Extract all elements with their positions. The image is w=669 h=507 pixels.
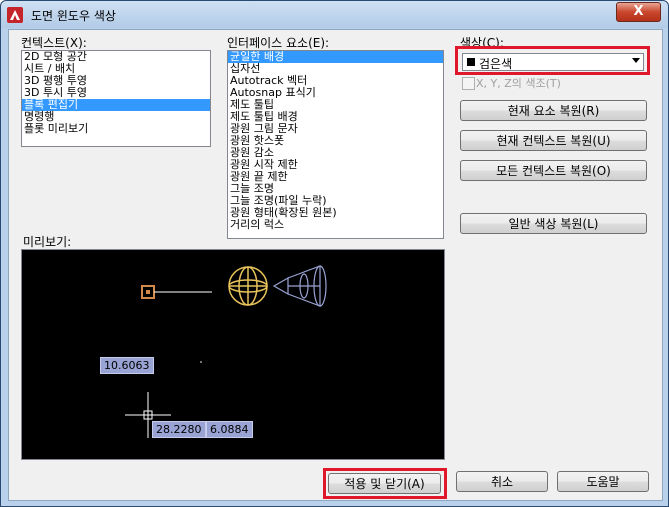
context-list[interactable]: 2D 모형 공간 시트 / 배치 3D 평행 투영 3D 투시 투영 블록 편집기 명령행… bbox=[21, 50, 211, 147]
apply-close-highlight-box bbox=[323, 468, 447, 499]
interface-list-item[interactable]: 균일한 배경 bbox=[228, 51, 443, 63]
help-button[interactable]: 도움말 bbox=[557, 471, 649, 492]
context-label: 컨텍스트(X): bbox=[21, 36, 87, 50]
preview-canvas: 10.6063 28.2280 6.0884 bbox=[21, 249, 445, 460]
title-bar[interactable]: 도면 윈도우 색상 X bbox=[1, 1, 668, 28]
dimension-tooltip-2: 28.2280 bbox=[152, 421, 206, 438]
interface-element-label: 인터페이스 요소(E): bbox=[227, 36, 330, 50]
color-highlight-box bbox=[455, 46, 650, 75]
restore-classic-colors-button[interactable]: 일반 색상 복원(L) bbox=[460, 213, 647, 234]
preview-label: 미리보기: bbox=[23, 235, 72, 249]
dimension-tooltip-3: 6.0884 bbox=[206, 421, 253, 438]
restore-current-element-button[interactable]: 현재 요소 복원(R) bbox=[460, 100, 647, 121]
tint-checkbox[interactable] bbox=[462, 77, 475, 90]
window-title: 도면 윈도우 색상 bbox=[31, 9, 116, 23]
dialog-body: 컨텍스트(X): 2D 모형 공간 시트 / 배치 3D 평행 투영 3D 투시 투영… bbox=[8, 29, 663, 501]
spotlight-icon bbox=[272, 265, 327, 307]
restore-current-context-button[interactable]: 현재 컨텍스트 복원(U) bbox=[460, 130, 647, 151]
autocad-app-icon bbox=[7, 7, 23, 23]
dimension-tooltip-1: 10.6063 bbox=[100, 357, 154, 374]
interface-element-list[interactable]: 균일한 배경 십자선 Autotrack 벡터 Autosnap 표식기 제도 툴팁 제도… bbox=[227, 50, 444, 239]
tint-checkbox-label: X, Y, Z의 색조(T) bbox=[476, 77, 561, 90]
restore-all-contexts-button[interactable]: 모든 컨텍스트 복원(O) bbox=[460, 160, 647, 181]
cancel-button[interactable]: 취소 bbox=[456, 471, 548, 492]
context-list-item[interactable]: 플롯 미리보기 bbox=[22, 123, 210, 135]
interface-list-item[interactable]: 거리의 럭스 bbox=[228, 219, 443, 231]
close-button[interactable]: X bbox=[616, 2, 661, 22]
point-light-globe-icon bbox=[228, 266, 268, 306]
dialog-window: 도면 윈도우 색상 X 컨텍스트(X): 2D 모형 공간 시트 / 배치 3D 평… bbox=[0, 0, 669, 507]
